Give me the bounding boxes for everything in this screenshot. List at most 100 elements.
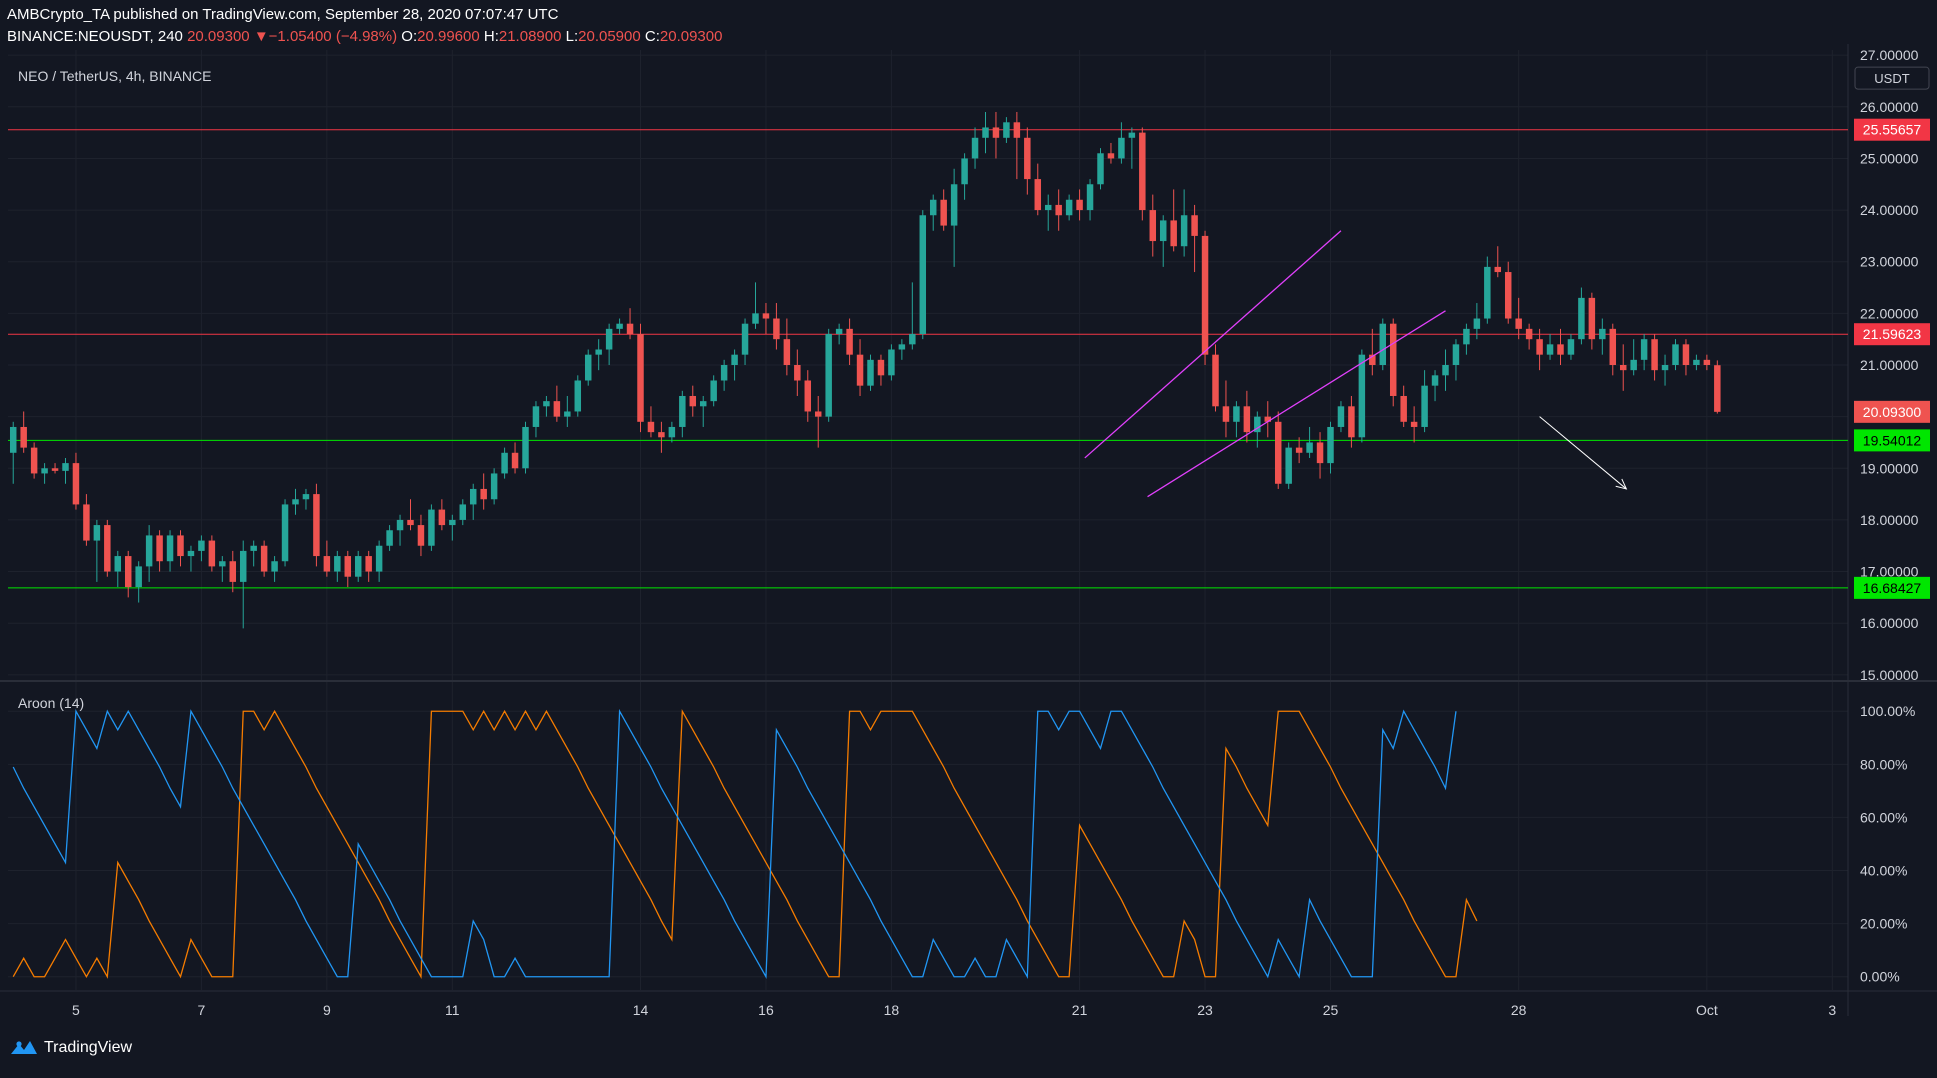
candle-body xyxy=(1003,122,1010,138)
candle-body xyxy=(1295,447,1303,453)
candle-body xyxy=(961,158,968,185)
candle-body xyxy=(292,499,299,505)
candle-body xyxy=(647,421,655,433)
candle-body xyxy=(1170,220,1177,247)
tradingview-brand[interactable]: TradingView xyxy=(10,1038,132,1058)
candle-body xyxy=(658,432,665,438)
chart-background xyxy=(0,0,1937,1073)
candle-body xyxy=(229,561,237,582)
candle-body xyxy=(1055,204,1062,216)
candle-body xyxy=(1567,339,1575,355)
chart-canvas[interactable]: 27.00000 26.00000 25.00000 24.00000 23.00000… xyxy=(0,0,1937,1073)
brand-name: TradingView xyxy=(44,1039,133,1056)
price-tick-label: 21.00000 xyxy=(1860,357,1919,373)
high-label: H: xyxy=(483,28,499,45)
candle-body xyxy=(145,535,153,567)
last-price-text: 20.09300 xyxy=(187,28,250,45)
candle xyxy=(260,540,268,577)
candle-body xyxy=(177,535,184,557)
candle-body xyxy=(877,359,885,376)
candle-body xyxy=(867,359,874,386)
candle-body xyxy=(1619,365,1627,371)
candle-body xyxy=(313,494,320,557)
candle-body xyxy=(1452,344,1460,365)
candle-body xyxy=(1525,328,1533,340)
candle-body xyxy=(30,447,38,474)
time-tick-label: 5 xyxy=(72,1002,80,1018)
candle-body xyxy=(219,561,226,567)
candle-body xyxy=(1065,199,1073,216)
support-level-label: 16.68427 xyxy=(1863,580,1922,596)
candle xyxy=(1285,442,1292,489)
main-pane-title: NEO / TetherUS, 4h, BINANCE xyxy=(18,68,212,84)
candle xyxy=(888,344,895,381)
candle-body xyxy=(574,380,582,412)
price-tick-label: 27.00000 xyxy=(1860,47,1919,63)
symbol-text: BINANCE:NEOUSDT, 240 xyxy=(7,28,183,45)
candle-body xyxy=(637,334,644,422)
candle-body xyxy=(1212,354,1219,407)
tradingview-logo-icon xyxy=(11,1041,37,1054)
candle-body xyxy=(616,323,623,329)
price-tick-label: 22.00000 xyxy=(1860,305,1919,321)
candle-body xyxy=(992,127,1000,138)
price-tick-label: 26.00000 xyxy=(1860,99,1919,115)
close-value: 20.09300 xyxy=(659,28,723,45)
candle-body xyxy=(83,504,90,541)
candle-body xyxy=(1337,406,1345,427)
candle-body xyxy=(752,313,759,324)
candle-body xyxy=(814,411,822,417)
candle-body xyxy=(1107,153,1115,159)
candle-body xyxy=(1180,215,1188,247)
price-tick-label: 18.00000 xyxy=(1860,512,1919,528)
candle-body xyxy=(365,556,372,572)
candle-body xyxy=(1410,421,1418,427)
candle-body xyxy=(208,540,216,567)
candle-body xyxy=(1693,359,1700,365)
candle xyxy=(574,375,582,417)
candle-body xyxy=(1588,297,1596,340)
candle-body xyxy=(584,354,592,381)
candle-body xyxy=(281,504,289,562)
candle-body xyxy=(239,550,247,582)
candle-body xyxy=(1316,442,1324,464)
open-label: O: xyxy=(401,28,418,45)
candle-body xyxy=(1442,365,1449,376)
price-tick-label: 19.00000 xyxy=(1860,460,1919,476)
candle-body xyxy=(1149,210,1157,242)
time-tick-label: 14 xyxy=(633,1002,649,1018)
candle-body xyxy=(1076,199,1083,211)
candle xyxy=(313,483,320,567)
high-value: 21.08900 xyxy=(498,28,562,45)
candle-body xyxy=(783,339,791,365)
candle-body xyxy=(51,468,59,471)
candle-body xyxy=(271,561,278,572)
candle-body xyxy=(1578,297,1585,340)
candle-body xyxy=(1128,132,1136,138)
candle-body xyxy=(302,494,310,500)
candle-body xyxy=(1097,153,1104,185)
time-tick-label: 18 xyxy=(884,1002,900,1018)
time-tick-label: 23 xyxy=(1197,1002,1213,1018)
aroon-tick-label: 100.00% xyxy=(1860,703,1915,719)
candle-body xyxy=(553,401,561,417)
candle-body xyxy=(1285,447,1292,484)
last-price-label: 20.09300 xyxy=(1863,404,1922,420)
candle-body xyxy=(1421,385,1428,427)
publisher-line: AMBCrypto_TA published on TradingView.co… xyxy=(7,6,558,23)
candle-body xyxy=(1044,204,1052,211)
time-tick-label: 7 xyxy=(198,1002,206,1018)
candle-body xyxy=(124,556,132,588)
candle-body xyxy=(72,463,80,505)
candle-body xyxy=(699,401,707,407)
candle xyxy=(867,354,874,391)
candle-body xyxy=(9,426,17,453)
aroon-pane-title: Aroon (14) xyxy=(18,695,85,711)
candle-body xyxy=(909,334,916,345)
candle-body xyxy=(93,525,101,541)
candle xyxy=(208,535,216,572)
ohlc-line: BINANCE:NEOUSDT, 240 20.09300 ▼−1.05400 … xyxy=(7,28,722,45)
time-tick-label: 11 xyxy=(445,1002,460,1018)
candle xyxy=(1139,127,1146,221)
candle-body xyxy=(156,535,163,562)
